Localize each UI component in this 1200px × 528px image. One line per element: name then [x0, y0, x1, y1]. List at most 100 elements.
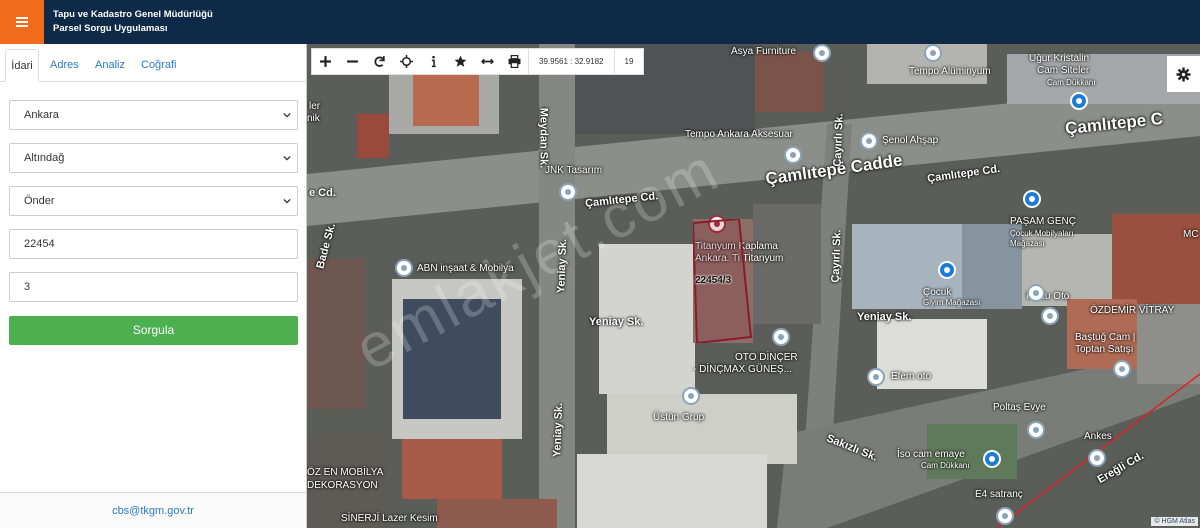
shop-marker-icon[interactable]	[1023, 190, 1041, 208]
locate-button[interactable]	[393, 48, 420, 75]
settings-button[interactable]	[1167, 56, 1200, 92]
measure-button[interactable]	[474, 48, 501, 75]
tab-adres[interactable]: Adres	[50, 49, 79, 82]
menu-button[interactable]	[0, 0, 44, 44]
map-label: Tempo Ankara Aksesuar	[685, 129, 793, 140]
map-label: Ankes	[1084, 431, 1112, 442]
zoom-level-readout: 19	[613, 48, 644, 75]
map-label: nik	[307, 113, 320, 124]
map-label: JNK Tasarım	[545, 165, 603, 176]
poi-marker-icon[interactable]	[813, 44, 831, 62]
map-label: Şenol Ahşap	[882, 135, 939, 146]
poi-marker-icon[interactable]	[1041, 307, 1059, 325]
road-label: Yeniay Sk.	[555, 238, 570, 294]
minus-icon	[347, 60, 358, 63]
road-label: Yeniay Sk.	[857, 311, 912, 323]
mahalle-select[interactable]: Önder	[9, 186, 298, 216]
ilce-select[interactable]: Altındağ	[9, 143, 298, 173]
map-label: SİNERJİ Lazer Kesim	[341, 513, 438, 524]
road-label: Meydan Sk.	[537, 107, 550, 169]
refresh-button[interactable]	[366, 48, 393, 75]
map-label: PAŞAM GENÇ	[1010, 216, 1076, 227]
shop-marker-icon[interactable]	[1070, 92, 1088, 110]
info-button[interactable]	[420, 48, 447, 75]
road-label: Çayırlı Sk.	[831, 113, 846, 167]
map-label: Poltaş Evye	[993, 402, 1046, 413]
map-label: Çocuk Mobilyaları	[1010, 229, 1074, 238]
poi-marker-icon[interactable]	[924, 44, 942, 62]
map-label: ABN inşaat & Mobilya	[417, 263, 514, 274]
refresh-icon	[374, 56, 385, 67]
map-label: Baştuğ Cam |	[1075, 332, 1136, 343]
ada-input[interactable]: 22454	[9, 229, 298, 259]
chevron-down-icon	[283, 198, 291, 204]
poi-marker-icon[interactable]	[1027, 284, 1045, 302]
map-label: DEKORASYON	[307, 480, 378, 491]
map-label: MC	[1183, 229, 1199, 240]
map-label: Cam Siteler	[1037, 65, 1090, 76]
map-label: ÖZ EN MOBİLYA	[307, 467, 384, 478]
contact-email-link[interactable]: cbs@tkgm.gov.tr	[112, 505, 194, 517]
map-label: İso cam emaye	[897, 449, 965, 460]
tab-idari[interactable]: İdari	[5, 49, 39, 82]
map-label: Üstün Grup	[653, 412, 705, 423]
zoom-out-button[interactable]	[339, 48, 366, 75]
chevron-down-icon	[283, 112, 291, 118]
map-label: E4 satranç	[975, 489, 1023, 500]
app-title: Tapu ve Kadastro Genel Müdürlüğü Parsel …	[53, 8, 213, 36]
shop-marker-icon[interactable]	[938, 261, 956, 279]
map-label: Mağazası	[1010, 239, 1045, 248]
poi-marker-icon[interactable]	[559, 183, 577, 201]
app-title-line1: Tapu ve Kadastro Genel Müdürlüğü	[53, 9, 213, 20]
poi-marker-icon[interactable]	[1113, 360, 1131, 378]
footer: cbs@tkgm.gov.tr	[0, 492, 306, 528]
map-label: Cam Dükkanı	[1047, 78, 1096, 87]
il-select[interactable]: Ankara	[9, 100, 298, 130]
map-label: ler	[309, 101, 321, 112]
favorite-button[interactable]	[447, 48, 474, 75]
map-label: Asya Furniture	[731, 46, 797, 57]
map-label: ÖZDEMİR VİTRAY	[1090, 305, 1175, 316]
plus-icon	[320, 56, 331, 67]
app-header: Tapu ve Kadastro Genel Müdürlüğü Parsel …	[0, 0, 1200, 44]
poi-marker-icon[interactable]	[772, 328, 790, 346]
poi-marker-icon[interactable]	[996, 507, 1014, 525]
sidebar: İdari Adres Analiz Coğrafi Ankara Altınd…	[0, 44, 307, 528]
map-label: Giyim Mağazası	[923, 298, 981, 307]
tab-analiz[interactable]: Analiz	[95, 49, 125, 82]
measure-icon	[481, 58, 494, 65]
map-toolbar: 39.9561 : 32.9182 19	[311, 48, 645, 75]
map-label: Uğur Kristalin	[1029, 53, 1090, 64]
gear-icon	[1176, 66, 1191, 82]
shop-marker-icon[interactable]	[983, 450, 1001, 468]
hamburger-icon	[16, 17, 28, 27]
ilce-select-value: Altındağ	[24, 152, 65, 164]
poi-marker-icon[interactable]	[860, 132, 878, 150]
coordinate-readout: 39.9561 : 32.9182	[528, 48, 614, 75]
chevron-down-icon	[283, 155, 291, 161]
poi-marker-icon[interactable]	[682, 387, 700, 405]
road-label: Yeniay Sk.	[551, 402, 566, 458]
zoom-in-button[interactable]	[312, 48, 339, 75]
print-button[interactable]	[501, 48, 528, 75]
road-label: e Cd.	[309, 187, 336, 199]
poi-marker-icon[interactable]	[784, 146, 802, 164]
map-label: Cam Dükkanı	[921, 461, 970, 470]
star-icon	[454, 55, 467, 67]
map-label: OTO DİNÇER	[735, 352, 798, 363]
poi-marker-icon[interactable]	[395, 259, 413, 277]
info-icon	[431, 55, 436, 68]
poi-marker-icon[interactable]	[1088, 449, 1106, 467]
map-view[interactable]: emlakjet.com Asya Furniture Tempo Alümin…	[307, 44, 1200, 528]
map-attribution: © HGM Atlas	[1151, 517, 1198, 526]
parsel-input[interactable]: 3	[9, 272, 298, 302]
road-label: Yeniay Sk.	[589, 316, 644, 328]
tab-cografi[interactable]: Coğrafi	[141, 49, 176, 82]
map-label: Çocuk	[923, 287, 952, 298]
map-label: Tempo Alüminyum	[909, 66, 991, 77]
sorgula-button[interactable]: Sorgula	[9, 316, 298, 345]
poi-marker-icon[interactable]	[867, 368, 885, 386]
printer-icon	[508, 55, 521, 68]
tab-bar: İdari Adres Analiz Coğrafi	[0, 44, 307, 82]
poi-marker-icon[interactable]	[1027, 421, 1045, 439]
